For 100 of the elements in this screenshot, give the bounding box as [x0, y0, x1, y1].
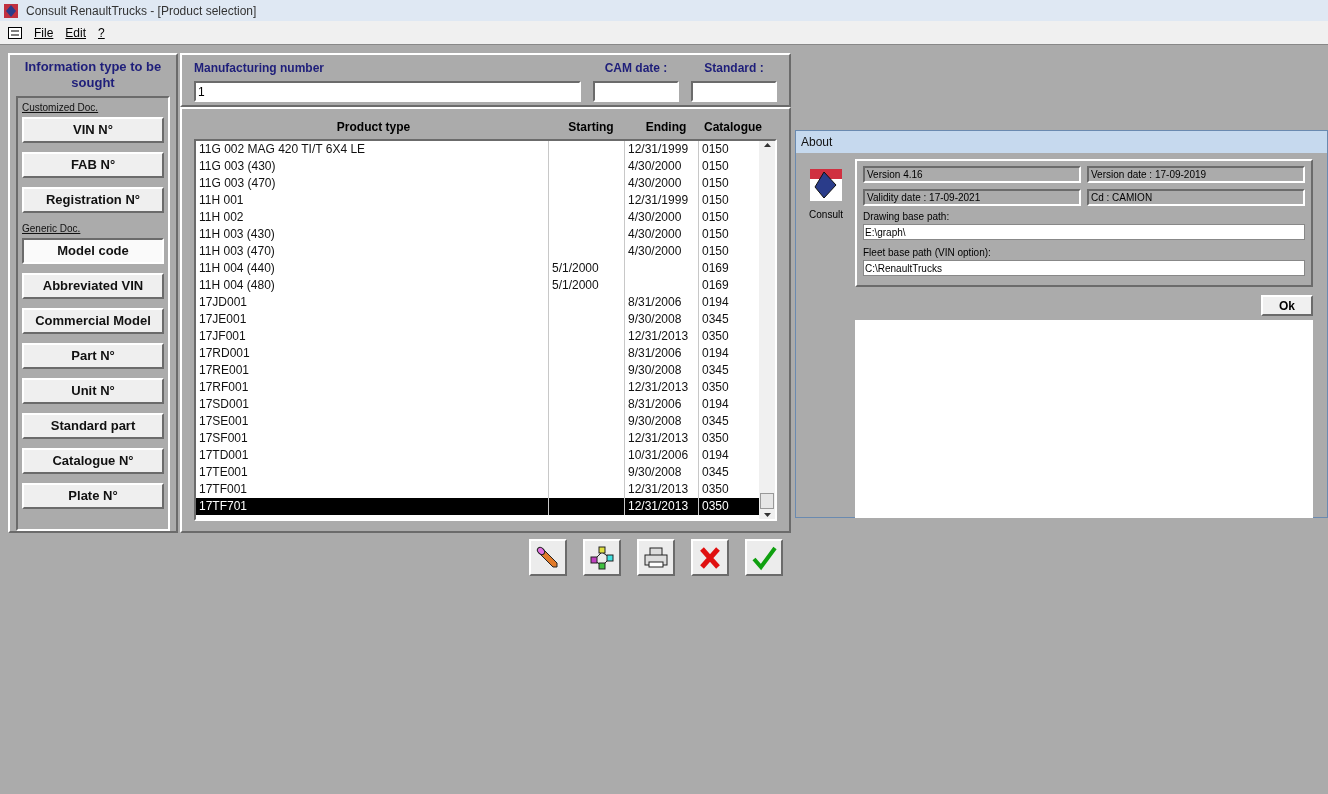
group-label: Generic Doc.	[22, 222, 82, 236]
toolbar-button[interactable]	[583, 539, 621, 576]
table-cell: 8/31/2006	[628, 397, 682, 411]
drawing-path-field[interactable]: E:\graph\	[863, 224, 1305, 240]
table-cell: 11G 003 (470)	[199, 176, 276, 190]
table-row[interactable]: 17RF001 12/31/2013 0350	[196, 379, 759, 396]
table-row[interactable]: 17RE001 9/30/2008 0345	[196, 362, 759, 379]
table-cell: 11H 004 (480)	[199, 278, 275, 292]
fleet-path-field[interactable]: C:\RenaultTrucks	[863, 260, 1305, 276]
table-row[interactable]: 11H 004 (440) 5/1/2000 0169	[196, 260, 759, 277]
table-row[interactable]: 11H 003 (470) 4/30/2000 0150	[196, 243, 759, 260]
doc-type-button[interactable]: Part N°	[22, 343, 164, 369]
table-row[interactable]: 11H 002 4/30/2000 0150	[196, 209, 759, 226]
table-cell: 0169	[702, 278, 729, 292]
table-cell: 0150	[702, 193, 729, 207]
table-cell: 4/30/2000	[628, 210, 682, 224]
table-row[interactable]: 11H 004 (480) 5/1/2000 0169	[196, 277, 759, 294]
table-cell: 0194	[702, 397, 729, 411]
table-cell: 0150	[702, 176, 729, 190]
column-header: Catalogue	[703, 119, 763, 136]
cancel-icon	[699, 545, 721, 570]
table-row[interactable]: 17TD001 10/31/2006 0194	[196, 447, 759, 464]
cam-date-field[interactable]	[593, 81, 679, 102]
table-row[interactable]: 17TE001 9/30/2008 0345	[196, 464, 759, 481]
table-row[interactable]: 17RD001 8/31/2006 0194	[196, 345, 759, 362]
column-header: Starting	[567, 119, 615, 136]
scrollbar[interactable]	[759, 141, 775, 519]
doc-type-button[interactable]: Commercial Model	[22, 308, 164, 334]
table-cell: 4/30/2000	[628, 244, 682, 258]
table-cell: 0350	[702, 482, 729, 496]
table-cell: 0350	[702, 380, 729, 394]
table-cell: 0150	[702, 159, 729, 173]
table-cell: 17JF001	[199, 329, 246, 343]
table-cell: 9/30/2008	[628, 414, 682, 428]
doc-type-button[interactable]: FAB N°	[22, 152, 164, 178]
doc-type-button[interactable]: VIN N°	[22, 117, 164, 143]
standard-field[interactable]	[691, 81, 777, 102]
doc-type-button[interactable]: Plate N°	[22, 483, 164, 509]
table-row[interactable]: 11G 003 (470) 4/30/2000 0150	[196, 175, 759, 192]
table-row[interactable]: 17TF701 12/31/2013 0350	[196, 498, 759, 515]
table-cell: 11H 003 (470)	[199, 244, 275, 258]
table-row[interactable]: 17JD001 8/31/2006 0194	[196, 294, 759, 311]
printer-icon	[643, 545, 669, 570]
table-cell: 0345	[702, 465, 729, 479]
doc-type-button[interactable]: Catalogue N°	[22, 448, 164, 474]
doc-type-button[interactable]: Standard part	[22, 413, 164, 439]
table-cell: 4/30/2000	[628, 227, 682, 241]
pencil-icon	[535, 544, 561, 571]
table-cell: 12/31/2013	[628, 380, 689, 394]
table-row[interactable]: 17SD001 8/31/2006 0194	[196, 396, 759, 413]
table-row[interactable]: 11H 003 (430) 4/30/2000 0150	[196, 226, 759, 243]
manufacturing-number-field[interactable]: 1	[194, 81, 581, 102]
table-cell: 5/1/2000	[552, 278, 599, 292]
scroll-up-icon[interactable]	[763, 143, 771, 147]
table-cell: 0150	[702, 142, 729, 156]
table-cell: 9/30/2008	[628, 363, 682, 377]
ok-button[interactable]: Ok	[1261, 295, 1313, 316]
table-cell: 17JE001	[199, 312, 247, 326]
table-cell: 17SD001	[199, 397, 250, 411]
doc-type-button[interactable]: Registration N°	[22, 187, 164, 213]
toolbar-button[interactable]	[529, 539, 567, 576]
table-cell: 12/31/1999	[628, 193, 689, 207]
table-row[interactable]: 11G 002 MAG 420 TI/T 6X4 LE 12/31/1999 0150	[196, 141, 759, 158]
table-cell: 11G 003 (430)	[199, 159, 276, 173]
table-row[interactable]: 17JF001 12/31/2013 0350	[196, 328, 759, 345]
table-row[interactable]: 17JE001 9/30/2008 0345	[196, 311, 759, 328]
version-date-text: Version date : 17-09-2019	[1087, 166, 1305, 183]
table-cell: 12/31/2013	[628, 431, 689, 445]
window-title: Consult RenaultTrucks - [Product selection]	[26, 2, 257, 20]
table-row[interactable]: 11H 001 12/31/1999 0150	[196, 192, 759, 209]
field-label: Drawing base path:	[863, 210, 951, 224]
table-cell: 9/30/2008	[628, 465, 682, 479]
field-label: Standard :	[704, 60, 764, 77]
table-cell: 17RF001	[199, 380, 249, 394]
logo-label: Consult	[809, 208, 843, 222]
doc-type-button[interactable]: Abbreviated VIN	[22, 273, 164, 299]
table-row[interactable]: 11G 003 (430) 4/30/2000 0150	[196, 158, 759, 175]
menu-item[interactable]: Edit	[65, 23, 87, 42]
dialog-title: About	[801, 134, 833, 151]
logo-icon	[810, 169, 842, 201]
table-cell: 12/31/2013	[628, 329, 689, 343]
table-cell: 0194	[702, 295, 729, 309]
table-cell: 0345	[702, 414, 729, 428]
table-cell: 0350	[702, 499, 729, 513]
doc-type-button[interactable]: Model code	[22, 238, 164, 264]
table-cell: 12/31/1999	[628, 142, 689, 156]
table-row[interactable]: 17SF001 12/31/2013 0350	[196, 430, 759, 447]
menu-item[interactable]: ?	[98, 23, 105, 42]
table-row[interactable]: 17SE001 9/30/2008 0345	[196, 413, 759, 430]
table-cell: 5/1/2000	[552, 261, 599, 275]
field-label: Manufacturing number	[194, 60, 325, 77]
scroll-down-icon[interactable]	[763, 513, 771, 517]
diagram-icon	[588, 543, 616, 572]
table-cell: 0194	[702, 448, 729, 462]
menu-icon[interactable]	[8, 26, 22, 39]
table-cell: 0150	[702, 210, 729, 224]
table-cell: 17SE001	[199, 414, 249, 428]
doc-type-button[interactable]: Unit N°	[22, 378, 164, 404]
scroll-thumb[interactable]	[760, 493, 774, 509]
menu-item[interactable]: File	[34, 23, 54, 42]
